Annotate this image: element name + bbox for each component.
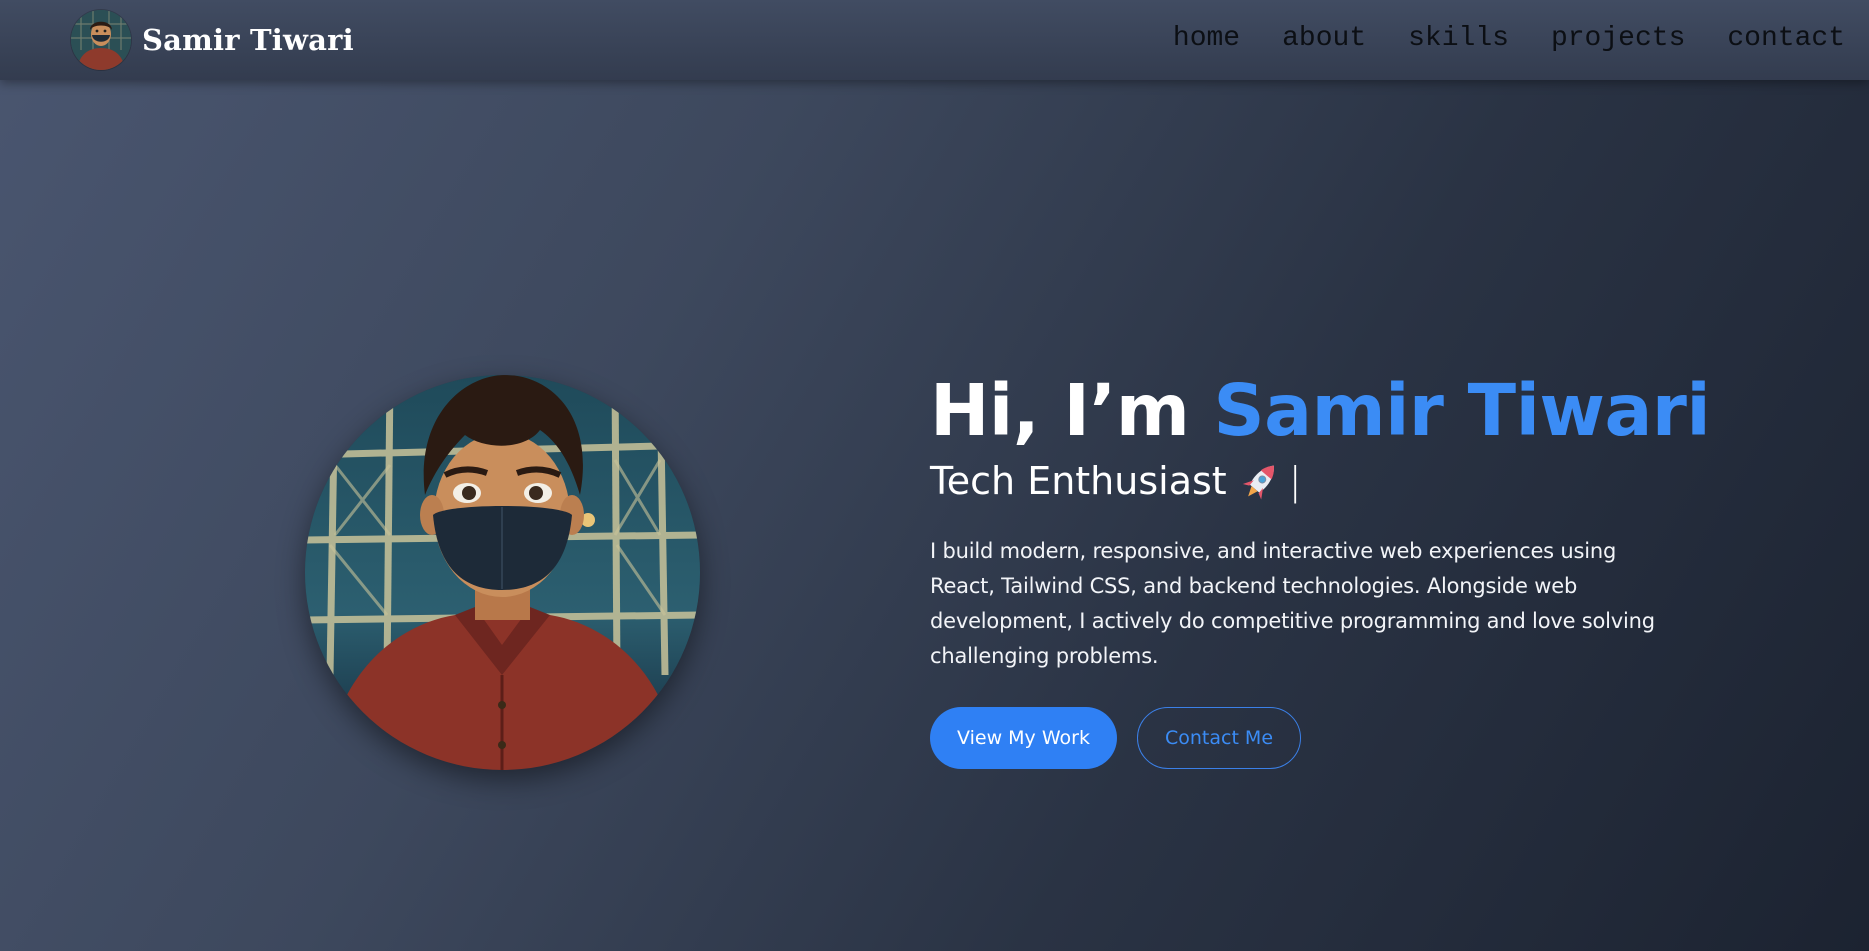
brand[interactable]: Samir Tiwari (71, 10, 354, 70)
navbar: Samir Tiwari home about skills projects … (0, 0, 1869, 80)
hero-intro: I build modern, responsive, and interact… (930, 539, 1655, 668)
hero-headline: Hi, I’m Samir Tiwari (930, 368, 1711, 454)
rocket-icon (1241, 459, 1281, 503)
view-my-work-button[interactable]: View My Work (930, 707, 1117, 769)
hero-actions: View My Work Contact Me (930, 707, 1670, 769)
greeting-text: Hi, I’m (930, 369, 1214, 452)
nav-about[interactable]: about (1282, 18, 1366, 60)
nav-projects[interactable]: projects (1551, 18, 1685, 60)
highlighted-name: Samir Tiwari (1213, 369, 1711, 452)
hero-text: Hi, I’m Samir Tiwari Tech Enthusiast | I… (930, 368, 1711, 769)
profile-portrait (305, 375, 700, 770)
contact-me-button[interactable]: Contact Me (1137, 707, 1301, 769)
main-nav: home about skills projects contact (1131, 18, 1845, 60)
nav-skills[interactable]: skills (1408, 18, 1509, 60)
nav-home[interactable]: home (1173, 18, 1240, 60)
page: Samir Tiwari home about skills projects … (0, 0, 1869, 951)
avatar-icon (71, 10, 131, 70)
typing-cursor: | (1288, 459, 1302, 503)
hero-tagline: Tech Enthusiast | (930, 456, 1670, 506)
tagline-text: Tech Enthusiast (930, 459, 1227, 503)
nav-contact[interactable]: contact (1727, 18, 1845, 60)
brand-avatar (71, 10, 131, 70)
brand-name: Samir Tiwari (142, 23, 354, 57)
portrait-image (305, 375, 700, 770)
